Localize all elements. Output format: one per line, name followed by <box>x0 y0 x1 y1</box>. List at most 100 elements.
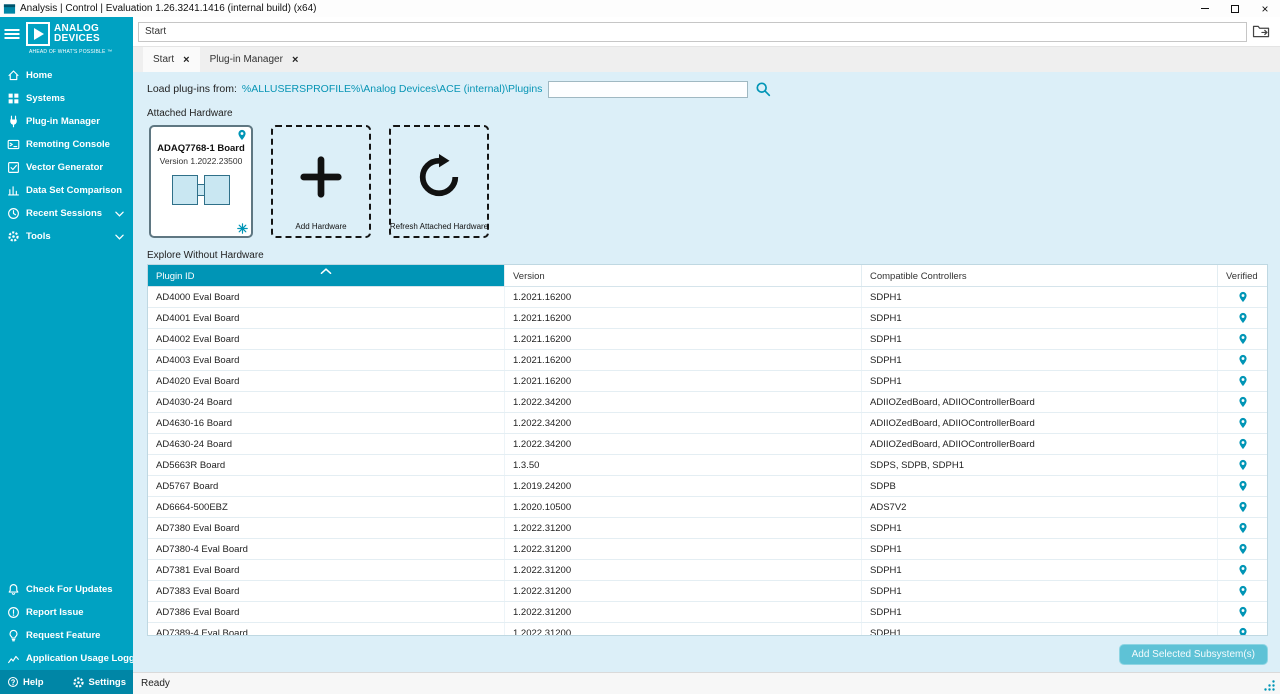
table-row[interactable]: AD5663R Board1.3.50SDPS, SDPB, SDPH1 <box>148 455 1267 476</box>
cell-plugin-id: AD7383 Eval Board <box>148 581 505 601</box>
cell-verified <box>1218 497 1267 517</box>
table-body: AD4000 Eval Board1.2021.16200SDPH1AD4001… <box>148 287 1267 636</box>
tab-close-icon[interactable]: × <box>183 54 189 66</box>
sidebar-item-report-issue[interactable]: Report Issue <box>0 601 133 624</box>
sidebar-item-home[interactable]: Home <box>0 64 133 87</box>
refresh-hardware-button[interactable]: Refresh Attached Hardware <box>389 125 489 238</box>
help-button[interactable]: Help <box>7 676 44 688</box>
sessions-icon <box>6 207 21 220</box>
column-header-label: Version <box>513 271 545 282</box>
sidebar: ANALOG DEVICES AHEAD OF WHAT'S POSSIBLE … <box>0 17 133 694</box>
sidebar-item-remoting-console[interactable]: Remoting Console <box>0 133 133 156</box>
cell-version: 1.2022.31200 <box>505 602 862 622</box>
cell-controllers: SDPH1 <box>862 371 1218 391</box>
tab-label: Plug-in Manager <box>210 54 283 65</box>
table-row[interactable]: AD4002 Eval Board1.2021.16200SDPH1 <box>148 329 1267 350</box>
explore-label: Explore Without Hardware <box>147 250 1268 261</box>
sidebar-item-tools[interactable]: Tools <box>0 225 133 248</box>
column-header-label: Verified <box>1226 271 1258 282</box>
table-row[interactable]: AD7386 Eval Board1.2022.31200SDPH1 <box>148 602 1267 623</box>
table-row[interactable]: AD7383 Eval Board1.2022.31200SDPH1 <box>148 581 1267 602</box>
cell-version: 1.2021.16200 <box>505 371 862 391</box>
hardware-card-adaq7768-1[interactable]: ADAQ7768-1 Board Version 1.2022.23500 <box>149 125 253 238</box>
table-row[interactable]: AD7381 Eval Board1.2022.31200SDPH1 <box>148 560 1267 581</box>
table-row[interactable]: AD4000 Eval Board1.2021.16200SDPH1 <box>148 287 1267 308</box>
help-icon <box>7 676 19 688</box>
cell-controllers: ADS7V2 <box>862 497 1218 517</box>
cell-controllers: ADIIOZedBoard, ADIIOControllerBoard <box>862 413 1218 433</box>
hamburger-menu-icon[interactable] <box>4 27 22 41</box>
content-footer: Add Selected Subsystem(s) <box>147 636 1268 672</box>
sidebar-item-data-set-comparison[interactable]: Data Set Comparison <box>0 179 133 202</box>
logo-tagline: AHEAD OF WHAT'S POSSIBLE ™ <box>29 49 129 55</box>
folder-icon[interactable] <box>1247 24 1275 39</box>
cell-version: 1.2022.34200 <box>505 434 862 454</box>
asterisk-icon <box>237 223 248 234</box>
sidebar-item-check-for-updates[interactable]: Check For Updates <box>0 578 133 601</box>
pin-icon <box>236 129 248 141</box>
cell-plugin-id: AD7380-4 Eval Board <box>148 539 505 559</box>
column-header-plugin-id[interactable]: Plugin ID <box>148 265 505 286</box>
cell-version: 1.2021.16200 <box>505 329 862 349</box>
plus-icon <box>298 127 344 222</box>
verified-pin-icon <box>1237 417 1249 429</box>
sidebar-item-recent-sessions[interactable]: Recent Sessions <box>0 202 133 225</box>
column-header-compatible-controllers[interactable]: Compatible Controllers <box>862 265 1218 286</box>
table-row[interactable]: AD7380-4 Eval Board1.2022.31200SDPH1 <box>148 539 1267 560</box>
table-row[interactable]: AD7389-4 Eval Board1.2022.31200SDPH1 <box>148 623 1267 636</box>
sidebar-item-label: Check For Updates <box>26 584 113 595</box>
table-row[interactable]: AD7380 Eval Board1.2022.31200SDPH1 <box>148 518 1267 539</box>
table-row[interactable]: AD4030-24 Board1.2022.34200ADIIOZedBoard… <box>148 392 1267 413</box>
tab-start[interactable]: Start× <box>143 47 200 72</box>
sidebar-item-systems[interactable]: Systems <box>0 87 133 110</box>
sidebar-item-request-feature[interactable]: Request Feature <box>0 624 133 647</box>
cell-verified <box>1218 560 1267 580</box>
cell-verified <box>1218 476 1267 496</box>
column-header-verified[interactable]: Verified <box>1218 265 1267 286</box>
close-button[interactable]: × <box>1250 0 1280 17</box>
minimize-button[interactable] <box>1190 0 1220 17</box>
column-header-version[interactable]: Version <box>505 265 862 286</box>
load-plugins-label: Load plug-ins from: <box>147 83 237 95</box>
search-icon[interactable] <box>755 81 771 97</box>
table-row[interactable]: AD4020 Eval Board1.2021.16200SDPH1 <box>148 371 1267 392</box>
maximize-button[interactable] <box>1220 0 1250 17</box>
cell-controllers: SDPS, SDPB, SDPH1 <box>862 455 1218 475</box>
plugins-path-link[interactable]: %ALLUSERSPROFILE%\Analog Devices\ACE (in… <box>242 83 543 95</box>
cell-version: 1.2020.10500 <box>505 497 862 517</box>
cell-verified <box>1218 350 1267 370</box>
verified-pin-icon <box>1237 291 1249 303</box>
plugin-filter-input[interactable] <box>548 81 748 98</box>
chevron-down-icon <box>112 234 127 240</box>
sidebar-item-application-usage-logging[interactable]: Application Usage Logging <box>0 647 133 670</box>
resize-grip[interactable] <box>1263 679 1276 692</box>
table-row[interactable]: AD4001 Eval Board1.2021.16200SDPH1 <box>148 308 1267 329</box>
column-header-label: Plugin ID <box>156 271 195 282</box>
cell-plugin-id: AD5767 Board <box>148 476 505 496</box>
table-row[interactable]: AD4630-16 Board1.2022.34200ADIIOZedBoard… <box>148 413 1267 434</box>
add-selected-button[interactable]: Add Selected Subsystem(s) <box>1119 644 1268 665</box>
table-row[interactable]: AD6664-500EBZ1.2020.10500ADS7V2 <box>148 497 1267 518</box>
tab-plug-in-manager[interactable]: Plug-in Manager × <box>200 47 309 72</box>
table-row[interactable]: AD4630-24 Board1.2022.34200ADIIOZedBoard… <box>148 434 1267 455</box>
tools-icon <box>6 230 21 243</box>
sidebar-item-vector-generator[interactable]: Vector Generator <box>0 156 133 179</box>
console-icon <box>6 138 21 151</box>
sidebar-item-plug-in-manager[interactable]: Plug-in Manager <box>0 110 133 133</box>
tab-close-icon[interactable]: × <box>292 54 298 66</box>
cell-plugin-id: AD5663R Board <box>148 455 505 475</box>
table-row[interactable]: AD5767 Board1.2019.24200SDPB <box>148 476 1267 497</box>
cell-plugin-id: AD4001 Eval Board <box>148 308 505 328</box>
sidebar-item-label: Application Usage Logging <box>26 653 133 664</box>
breadcrumb-input[interactable] <box>138 22 1247 42</box>
sidebar-item-label: Tools <box>26 231 51 242</box>
verified-pin-icon <box>1237 438 1249 450</box>
sidebar-item-label: Systems <box>26 93 65 104</box>
cell-verified <box>1218 287 1267 307</box>
settings-button[interactable]: Settings <box>72 676 126 689</box>
cell-controllers: SDPH1 <box>862 539 1218 559</box>
add-hardware-button[interactable]: Add Hardware <box>271 125 371 238</box>
table-row[interactable]: AD4003 Eval Board1.2021.16200SDPH1 <box>148 350 1267 371</box>
sidebar-item-label: Remoting Console <box>26 139 110 150</box>
cell-version: 1.2021.16200 <box>505 287 862 307</box>
